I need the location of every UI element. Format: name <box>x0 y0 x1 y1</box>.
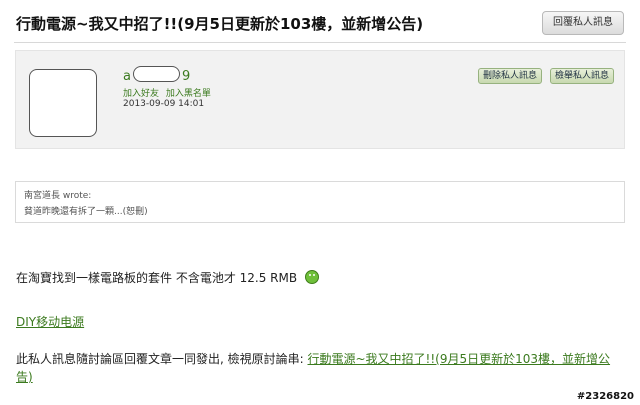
add-friend-link[interactable]: 加入好友 <box>123 89 159 99</box>
quote-box: 南宮道長 wrote: 貧道昨晚還有拆了一顆...(恕刪) <box>15 181 625 223</box>
origin-notice: 此私人訊息隨討論區回覆文章一同發出, 檢視原討論串: 行動電源~我又中招了!!(… <box>16 350 616 386</box>
reply-message-button[interactable]: 回覆私人訊息 <box>542 11 624 35</box>
username-prefix: a <box>123 69 131 84</box>
quote-author: 南宮道長 wrote: <box>24 191 92 201</box>
diy-link[interactable]: DIY移动电源 <box>16 313 84 330</box>
quote-text: 貧道昨晚還有拆了一顆...(恕刪) <box>24 207 148 217</box>
add-blacklist-link[interactable]: 加入黑名單 <box>166 89 211 99</box>
page-title: 行動電源~我又中招了!!(9月5日更新於103樓，並新增公告) <box>16 15 424 33</box>
report-message-button[interactable]: 檢舉私人訊息 <box>550 68 615 84</box>
username-suffix: 9 <box>181 69 191 84</box>
username[interactable]: a9 <box>123 66 190 84</box>
message-text: 在淘寶找到一樣電路板的套件 不含電池才 12.5 RMB <box>16 271 298 285</box>
profile-card: a9 加入好友 加入黑名單 2013-09-09 14:01 刪除私人訊息 檢舉… <box>15 50 625 149</box>
smiley-icon <box>305 270 320 284</box>
avatar <box>29 69 97 137</box>
delete-message-button[interactable]: 刪除私人訊息 <box>478 68 543 84</box>
profile-links: 加入好友 加入黑名單 <box>123 86 215 99</box>
message-date: 2013-09-09 14:01 <box>123 99 205 109</box>
redaction-mask <box>132 66 180 82</box>
origin-notice-text: 此私人訊息隨討論區回覆文章一同發出, 檢視原討論串: <box>16 352 308 366</box>
watermark: #2326820 <box>576 391 634 402</box>
divider <box>14 42 626 43</box>
message-line: 在淘寶找到一樣電路板的套件 不含電池才 12.5 RMB <box>16 269 320 286</box>
